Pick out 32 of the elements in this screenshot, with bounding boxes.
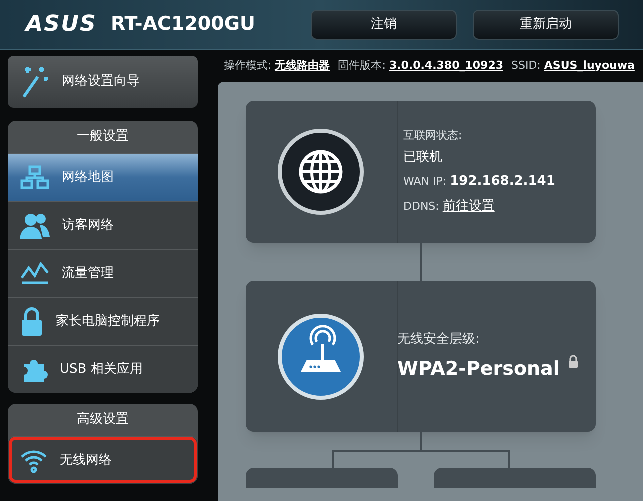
globe-icon	[278, 129, 364, 215]
ddns-link[interactable]: 前往设置	[442, 198, 495, 214]
menu-heading: 高级设置	[76, 411, 130, 430]
model-name: RT-AC1200GU	[110, 12, 256, 38]
sidebar-item[interactable]: 访客网络	[8, 201, 198, 249]
header-button[interactable]: 重新启动	[472, 10, 619, 40]
security-value: WPA2-Personal	[398, 357, 560, 382]
wan-ip-text: WAN IP: 192.168.2.141	[404, 173, 556, 191]
security-label: 无线安全层级:	[398, 330, 481, 348]
lock-icon	[568, 355, 579, 368]
sidebar-item[interactable]: 无线网络	[8, 436, 198, 484]
users-icon	[20, 212, 50, 240]
sidebar-item[interactable]: 家长电脑控制程序	[8, 297, 198, 345]
wizard-button[interactable]: 网络设置向导	[8, 56, 198, 108]
sidebar-item[interactable]: USB 相关应用	[8, 345, 198, 393]
chart-icon	[20, 262, 50, 286]
menu-heading: 一般设置	[76, 128, 130, 146]
info-field: 固件版本: 3.0.0.4.380_10923	[338, 58, 504, 74]
sidebar-item[interactable]: 网络地图	[8, 153, 198, 201]
info-field: SSID: ASUS_luyouwa	[512, 58, 635, 74]
lock-icon	[20, 306, 44, 336]
magic-wand-icon	[20, 65, 50, 99]
network-map-icon	[20, 164, 50, 190]
status-value: 已联机	[404, 148, 444, 166]
ddns-label: DDNS:	[404, 200, 440, 212]
header-button[interactable]: 注销	[310, 10, 457, 40]
router-icon	[278, 314, 364, 400]
sidebar-item[interactable]: 流量管理	[8, 249, 198, 297]
brand-logo: ASUS	[26, 11, 97, 39]
status-label: 互联网状态:	[404, 128, 464, 144]
info-field: 操作模式: 无线路由器	[224, 58, 330, 74]
wifi-icon	[20, 448, 48, 472]
